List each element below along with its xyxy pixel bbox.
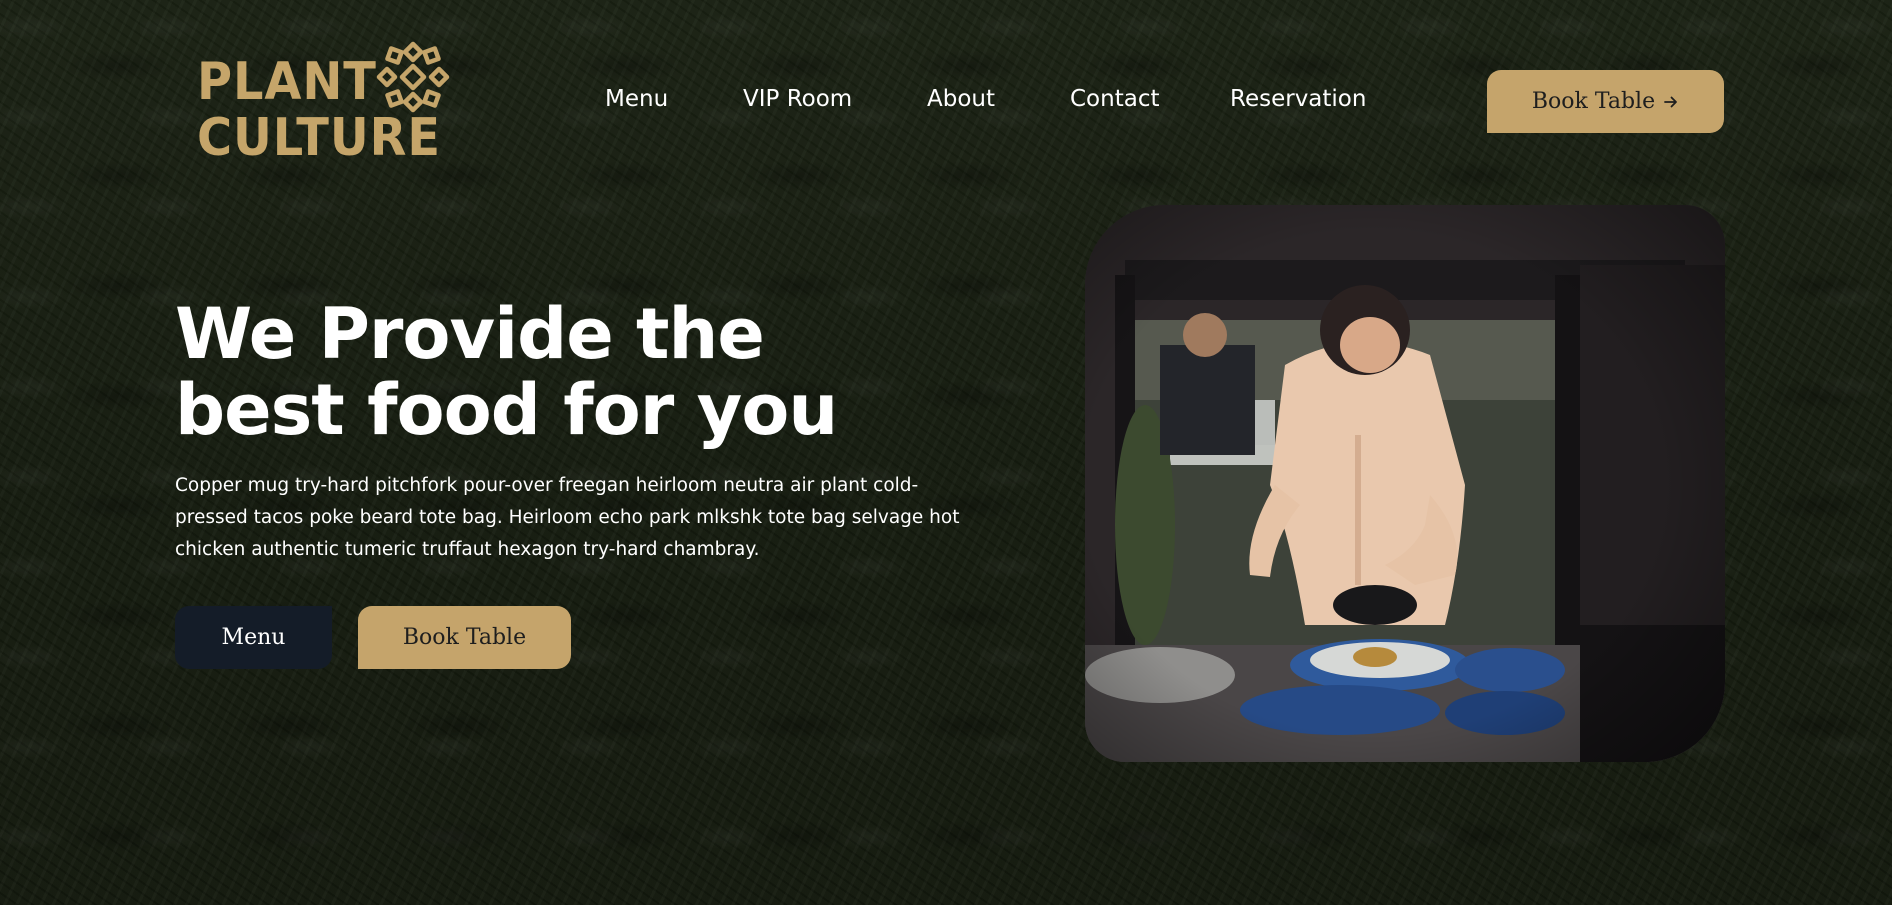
- hero-description: Copper mug try-hard pitchfork pour-over …: [175, 475, 960, 560]
- logo-text-line2: CULTURE: [197, 108, 441, 168]
- brand-logo[interactable]: PLANT CULTURE: [197, 40, 457, 165]
- flower-mandala-icon: [376, 41, 450, 113]
- nav-item-reservation[interactable]: Reservation: [1230, 86, 1366, 112]
- hero-chef-photo: [1085, 205, 1725, 762]
- header-book-table-label: Book Table: [1531, 89, 1656, 114]
- logo-text-line1: PLANT: [197, 52, 377, 112]
- hero-title-line1: We Provide the: [175, 293, 765, 375]
- header-book-table-button[interactable]: Book Table: [1487, 70, 1724, 133]
- nav-item-about[interactable]: About: [927, 86, 995, 112]
- hero-book-table-button[interactable]: Book Table: [358, 606, 571, 669]
- nav-item-contact[interactable]: Contact: [1070, 86, 1159, 112]
- arrow-right-icon: [1664, 96, 1677, 107]
- nav-item-menu[interactable]: Menu: [605, 86, 668, 112]
- nav-item-vip-room[interactable]: VIP Room: [743, 86, 852, 112]
- hero-menu-button[interactable]: Menu: [175, 606, 332, 669]
- hero-title: We Provide the best food for you: [175, 296, 875, 448]
- hero-title-line2: best food for you: [175, 369, 838, 451]
